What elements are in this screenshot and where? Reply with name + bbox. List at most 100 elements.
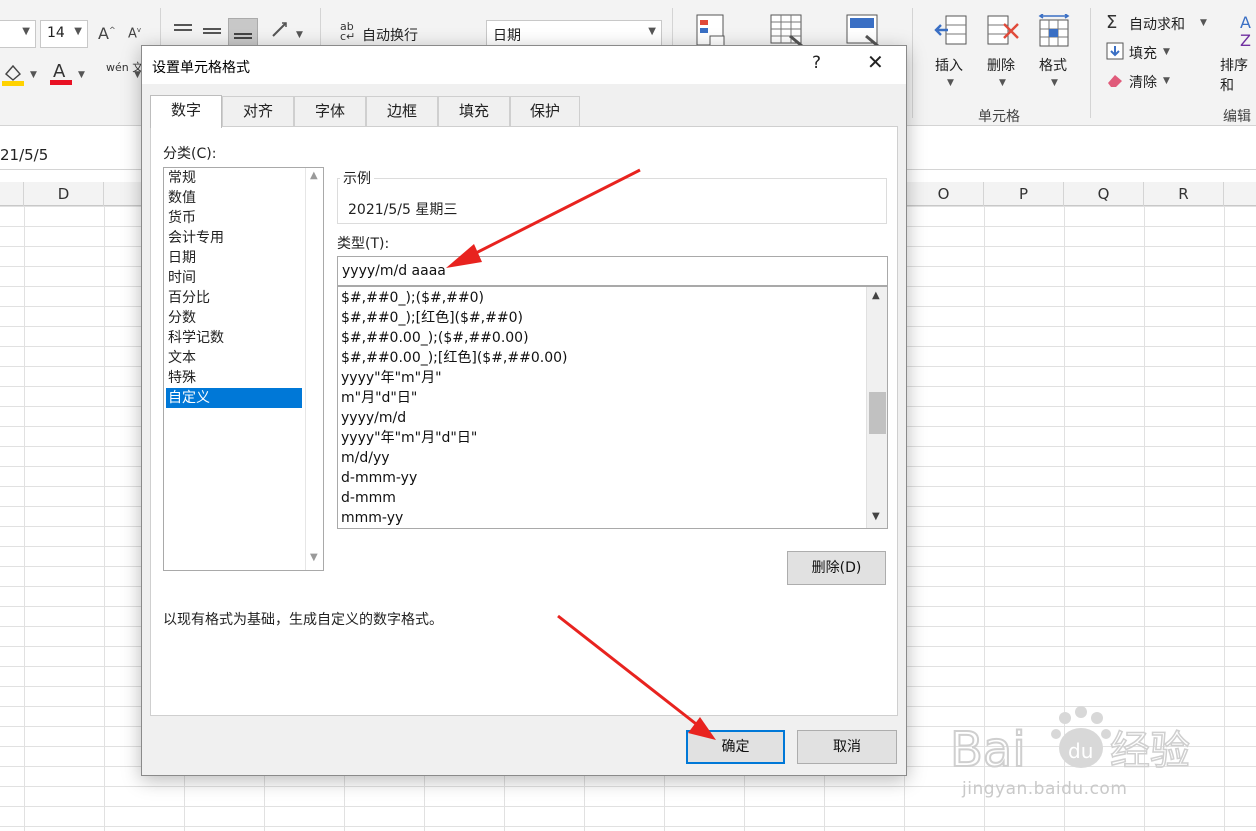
list-item[interactable]: $#,##0_);($#,##0): [341, 288, 484, 308]
format-cells-icon[interactable]: [1038, 13, 1072, 48]
help-button[interactable]: ?: [812, 53, 821, 73]
category-list[interactable]: 常规 数值 货币 会计专用 日期 时间 百分比 分数 科学记数 文本 特殊 自定…: [163, 167, 324, 571]
baidu-logo-watermark: Bai du 经验: [950, 706, 1191, 779]
list-item[interactable]: $#,##0.00_);[红色]($#,##0.00): [341, 348, 567, 368]
chevron-down-icon[interactable]: ▼: [296, 30, 303, 40]
autosum-label[interactable]: 自动求和: [1129, 14, 1185, 34]
list-item[interactable]: 文本: [166, 348, 302, 368]
column-header[interactable]: R: [1144, 182, 1224, 206]
list-item[interactable]: $#,##0_);[红色]($#,##0): [341, 308, 523, 328]
font-size-combo[interactable]: 14 ▼: [40, 20, 88, 48]
chevron-down-icon: ▼: [74, 26, 82, 37]
chevron-down-icon[interactable]: ▼: [872, 511, 880, 522]
column-header[interactable]: O: [904, 182, 984, 206]
clear-label[interactable]: 清除: [1129, 72, 1157, 92]
tab-border[interactable]: 边框: [366, 96, 438, 127]
increase-font-icon[interactable]: A^: [98, 24, 116, 43]
format-label[interactable]: 格式: [1039, 55, 1067, 75]
decrease-font-icon[interactable]: Av: [128, 26, 141, 41]
category-scrollbar[interactable]: ▲ ▼: [305, 168, 323, 570]
list-item[interactable]: 货币: [166, 208, 302, 228]
conditional-format-icon[interactable]: [696, 14, 730, 48]
number-format-combo[interactable]: 日期 ▼: [486, 20, 662, 48]
column-header[interactable]: P: [984, 182, 1064, 206]
sort-filter-icon[interactable]: AZ: [1240, 12, 1256, 53]
font-name-combo[interactable]: ▼: [0, 20, 36, 48]
column-header[interactable]: D: [24, 182, 104, 206]
ok-button[interactable]: 确定: [686, 730, 785, 764]
tab-fill[interactable]: 填充: [438, 96, 510, 127]
list-item[interactable]: d-mmm-yy: [341, 468, 417, 488]
delete-label[interactable]: 删除: [987, 55, 1015, 75]
format-list[interactable]: $#,##0_);($#,##0) $#,##0_);[红色]($#,##0) …: [337, 286, 888, 529]
tab-alignment[interactable]: 对齐: [222, 96, 294, 127]
tab-protection[interactable]: 保护: [510, 96, 580, 127]
list-item[interactable]: yyyy"年"m"月": [341, 368, 442, 388]
tab-number[interactable]: 数字: [150, 95, 222, 128]
chevron-down-icon[interactable]: ▼: [999, 78, 1006, 88]
insert-label[interactable]: 插入: [935, 55, 963, 75]
chevron-down-icon[interactable]: ▼: [134, 70, 141, 80]
list-item[interactable]: 日期: [166, 248, 302, 268]
column-header[interactable]: Q: [1064, 182, 1144, 206]
chevron-down-icon[interactable]: ▼: [1051, 78, 1058, 88]
chevron-down-icon[interactable]: ▼: [310, 552, 318, 563]
autosum-icon[interactable]: Σ: [1106, 12, 1117, 33]
chevron-up-icon[interactable]: ▲: [310, 170, 318, 181]
list-item[interactable]: yyyy"年"m"月"d"日": [341, 428, 477, 448]
table-format-icon[interactable]: [770, 14, 804, 48]
delete-cells-icon[interactable]: [986, 14, 1020, 48]
cancel-button[interactable]: 取消: [797, 730, 897, 764]
font-color-icon[interactable]: A: [50, 60, 72, 90]
column-header[interactable]: [104, 182, 144, 206]
list-item[interactable]: m"月"d"日": [341, 388, 417, 408]
insert-cells-icon[interactable]: [934, 14, 968, 48]
fill-label[interactable]: 填充: [1129, 43, 1157, 63]
cell-styles-icon[interactable]: [846, 14, 880, 48]
type-input[interactable]: [337, 256, 888, 286]
sort-label[interactable]: 排序和: [1220, 55, 1256, 95]
scrollbar-thumb[interactable]: [869, 392, 886, 434]
chevron-down-icon: ▼: [648, 26, 656, 37]
chevron-down-icon[interactable]: ▼: [1200, 18, 1207, 28]
list-item[interactable]: mmm-yy: [341, 508, 403, 528]
chevron-down-icon[interactable]: ▼: [78, 70, 85, 80]
list-item[interactable]: 数值: [166, 188, 302, 208]
orientation-icon[interactable]: [270, 20, 292, 46]
format-scrollbar[interactable]: ▲ ▼: [866, 287, 887, 528]
list-item[interactable]: 科学记数: [166, 328, 302, 348]
wrap-text-icon[interactable]: ab c↵: [340, 21, 355, 42]
chevron-down-icon: ▼: [22, 26, 30, 37]
close-icon[interactable]: ✕: [867, 50, 884, 74]
list-item-selected[interactable]: 自定义: [166, 388, 302, 408]
fill-color-icon[interactable]: [2, 62, 24, 90]
list-item[interactable]: yyyy/m/d: [341, 408, 406, 428]
list-item[interactable]: $#,##0.00_);($#,##0.00): [341, 328, 529, 348]
eraser-icon[interactable]: [1106, 72, 1124, 92]
chevron-down-icon[interactable]: ▼: [30, 70, 37, 80]
list-item[interactable]: 会计专用: [166, 228, 302, 248]
align-bottom-icon[interactable]: [228, 18, 258, 46]
dialog-titlebar[interactable]: 设置单元格格式 ? ✕: [142, 46, 906, 84]
fill-down-icon[interactable]: [1106, 42, 1124, 64]
list-item[interactable]: m/d/yy: [341, 448, 390, 468]
svg-text:Bai: Bai: [950, 722, 1026, 778]
list-item[interactable]: 常规: [166, 168, 302, 188]
chevron-down-icon[interactable]: ▼: [1163, 76, 1170, 86]
chevron-up-icon[interactable]: ▲: [872, 290, 880, 301]
chevron-down-icon[interactable]: ▼: [947, 78, 954, 88]
list-item[interactable]: d-mmm: [341, 488, 396, 508]
align-middle-icon[interactable]: [201, 20, 223, 44]
list-item[interactable]: 特殊: [166, 368, 302, 388]
corner-cell[interactable]: [0, 182, 24, 206]
list-item[interactable]: 时间: [166, 268, 302, 288]
list-item[interactable]: 百分比: [166, 288, 302, 308]
align-top-icon[interactable]: [172, 20, 194, 44]
sample-label: 示例: [340, 168, 374, 188]
chevron-down-icon[interactable]: ▼: [1163, 47, 1170, 57]
delete-button[interactable]: 删除(D): [787, 551, 886, 585]
tab-font[interactable]: 字体: [294, 96, 366, 127]
wrap-text-label[interactable]: 自动换行: [362, 25, 418, 45]
list-item[interactable]: 分数: [166, 308, 302, 328]
column-header[interactable]: [1224, 182, 1256, 206]
